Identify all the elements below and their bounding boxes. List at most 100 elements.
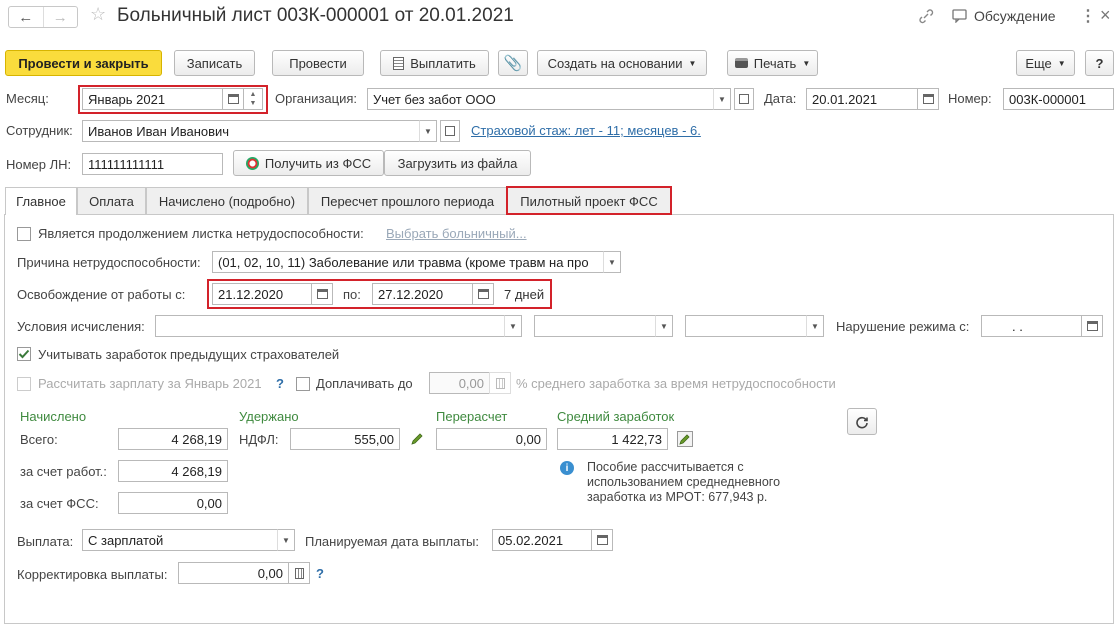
employee-label: Сотрудник: — [6, 123, 73, 138]
create-based-on-button[interactable]: Создать на основании ▼ — [537, 50, 707, 76]
condition-field-3[interactable] — [685, 315, 807, 337]
forward-arrow-icon[interactable]: → — [44, 7, 78, 27]
date-field[interactable]: 20.01.2021 — [806, 88, 918, 110]
recalc-field[interactable]: 0,00 — [436, 428, 547, 450]
info-icon: i — [560, 461, 574, 475]
withheld-header: Удержано — [239, 409, 299, 424]
continuation-checkbox[interactable] — [17, 227, 31, 241]
ndfl-edit-pencil-icon[interactable] — [409, 431, 425, 450]
pay-button-label: Выплатить — [410, 55, 476, 71]
open-window-icon — [445, 126, 455, 136]
condition-2-dropdown-button[interactable]: ▼ — [655, 315, 673, 337]
more-vertical-icon[interactable]: ⋮ — [1080, 6, 1096, 26]
info-text-line-1: Пособие рассчитывается с — [587, 460, 744, 474]
date-calendar-button[interactable] — [917, 88, 939, 110]
cause-label: Причина нетрудоспособности: — [17, 255, 201, 270]
calendar-icon — [1086, 321, 1098, 331]
cause-dropdown-button[interactable]: ▼ — [603, 251, 621, 273]
condition-field-1[interactable] — [155, 315, 505, 337]
ln-number-field[interactable]: 111111111111 — [82, 153, 223, 175]
release-label: Освобождение от работы с: — [17, 287, 186, 302]
calendar-icon — [596, 535, 608, 545]
condition-1-dropdown-button[interactable]: ▼ — [504, 315, 522, 337]
post-and-close-button[interactable]: Провести и закрыть — [5, 50, 162, 76]
tab-main[interactable]: Главное — [5, 187, 77, 215]
condition-3-dropdown-button[interactable]: ▼ — [806, 315, 824, 337]
tab-accrued-detailed[interactable]: Начислено (подробно) — [146, 187, 308, 214]
employer-field[interactable]: 4 268,19 — [118, 460, 228, 482]
conditions-label: Условия исчисления: — [17, 319, 145, 334]
total-label: Всего: — [20, 432, 58, 447]
surcharge-label: Доплачивать до — [316, 376, 413, 391]
favorite-star-icon[interactable]: ☆ — [90, 4, 106, 25]
back-arrow-icon[interactable]: ← — [9, 7, 44, 27]
payment-label: Выплата: — [17, 534, 74, 549]
checkmark-icon — [18, 349, 30, 359]
more-button[interactable]: Еще ▼ — [1016, 50, 1075, 76]
print-button-label: Печать — [753, 55, 797, 71]
number-label: Номер: — [948, 91, 992, 106]
load-from-file-button[interactable]: Загрузить из файла — [384, 150, 531, 176]
tab-payment[interactable]: Оплата — [77, 187, 146, 214]
org-dropdown-button[interactable]: ▼ — [713, 88, 731, 110]
correction-help-icon[interactable]: ? — [316, 566, 324, 581]
consider-previous-checkbox[interactable] — [17, 347, 31, 361]
org-field[interactable]: Учет без забот ООО — [367, 88, 714, 110]
org-open-button[interactable] — [734, 88, 754, 110]
date-label: Дата: — [764, 91, 797, 106]
correction-calculator-button[interactable] — [288, 562, 310, 584]
violation-date-field[interactable]: . . — [981, 315, 1082, 337]
help-button[interactable]: ? — [1085, 50, 1114, 76]
save-button[interactable]: Записать — [174, 50, 255, 76]
planned-date-calendar-button[interactable] — [591, 529, 613, 551]
get-from-fss-button[interactable]: Получить из ФСС — [233, 150, 384, 176]
pay-button[interactable]: Выплатить — [380, 50, 489, 76]
info-text-line-3: заработка из МРОТ: 677,943 р. — [587, 490, 768, 504]
surcharge-suffix: % среднего заработка за время нетрудоспо… — [516, 376, 836, 391]
print-button[interactable]: Печать ▼ — [727, 50, 818, 76]
tab-recalc-previous[interactable]: Пересчет прошлого периода — [308, 187, 507, 214]
ndfl-label: НДФЛ: — [239, 432, 279, 447]
attach-button[interactable]: 📎 — [498, 50, 528, 76]
calc-salary-help-icon[interactable]: ? — [276, 376, 284, 391]
choose-sick-leave-link[interactable]: Выбрать больничный... — [386, 226, 527, 241]
avg-earnings-field[interactable]: 1 422,73 — [557, 428, 668, 450]
total-field[interactable]: 4 268,19 — [118, 428, 228, 450]
planned-date-field[interactable]: 05.02.2021 — [492, 529, 592, 551]
violation-calendar-button[interactable] — [1081, 315, 1103, 337]
discussion-label[interactable]: Обсуждение — [974, 8, 1056, 24]
refresh-icon — [856, 416, 868, 428]
document-icon — [393, 56, 405, 70]
accrued-header: Начислено — [20, 409, 87, 424]
ndfl-field[interactable]: 555,00 — [290, 428, 400, 450]
consider-previous-label: Учитывать заработок предыдущих страховат… — [38, 347, 340, 362]
link-icon[interactable] — [918, 8, 934, 24]
discussion-icon[interactable] — [952, 9, 968, 24]
refresh-button[interactable] — [847, 408, 877, 435]
nav-buttons: ← → — [8, 6, 78, 28]
cause-field[interactable]: (01, 02, 10, 11) Заболевание или травма … — [212, 251, 604, 273]
surcharge-percent-field[interactable]: 0,00 — [429, 372, 490, 394]
employee-dropdown-button[interactable]: ▼ — [419, 120, 437, 142]
release-period-highlight — [207, 279, 552, 309]
surcharge-calculator-button[interactable] — [489, 372, 511, 394]
number-field[interactable]: 003К-000001 — [1003, 88, 1114, 110]
paperclip-icon: 📎 — [503, 55, 523, 72]
payment-dropdown-button[interactable]: ▼ — [277, 529, 295, 551]
calc-salary-checkbox[interactable] — [17, 377, 31, 391]
info-text-line-2: использованием среднедневного — [587, 475, 781, 489]
employee-field[interactable]: Иванов Иван Иванович — [82, 120, 420, 142]
post-button[interactable]: Провести — [272, 50, 364, 76]
close-icon[interactable]: × — [1100, 5, 1111, 26]
fss-field[interactable]: 0,00 — [118, 492, 228, 514]
insurance-experience-link[interactable]: Страховой стаж: лет - 11; месяцев - 6. — [471, 123, 701, 138]
recalc-header: Перерасчет — [436, 409, 508, 424]
avg-edit-icon[interactable] — [677, 431, 693, 447]
correction-field[interactable]: 0,00 — [178, 562, 289, 584]
employee-open-button[interactable] — [440, 120, 460, 142]
payment-field[interactable]: С зарплатой — [82, 529, 278, 551]
surcharge-checkbox[interactable] — [296, 377, 310, 391]
employer-label: за счет работ.: — [20, 464, 107, 479]
condition-field-2[interactable] — [534, 315, 656, 337]
calculator-icon — [495, 377, 505, 389]
